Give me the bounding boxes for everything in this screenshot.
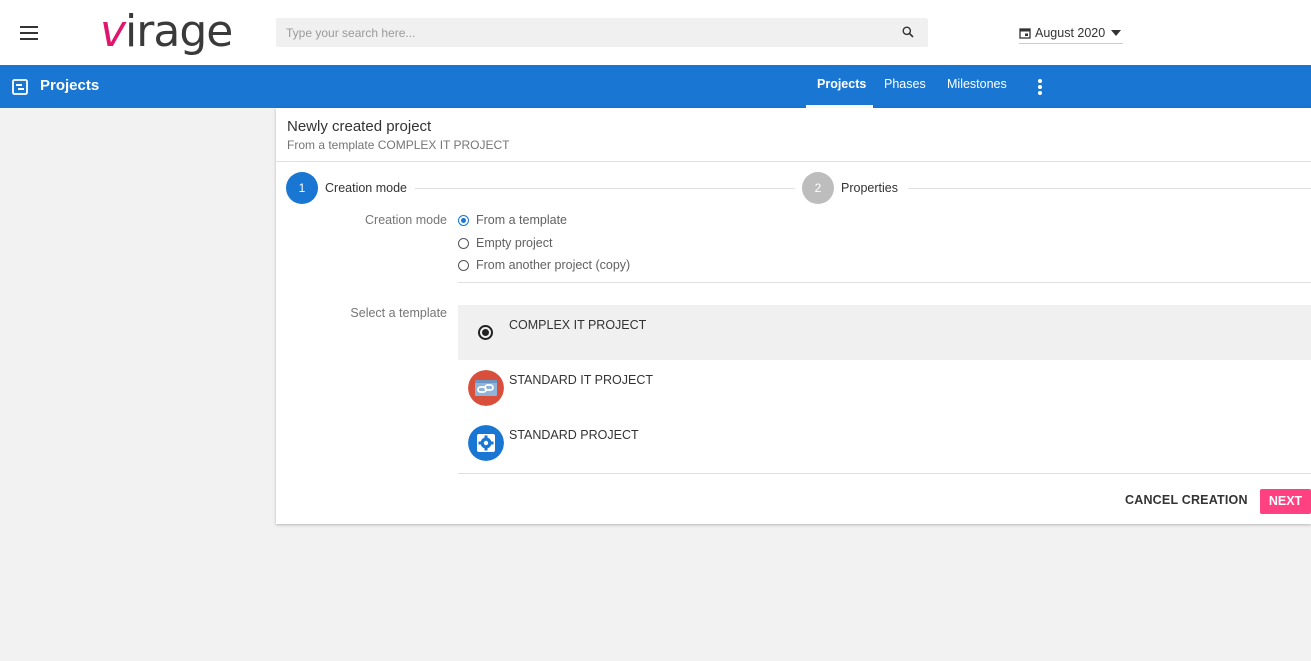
module-navbar: Projects Projects Phases Milestones — [0, 65, 1311, 108]
radio-from-template[interactable]: From a template — [458, 213, 567, 227]
step-1-label[interactable]: Creation mode — [325, 181, 407, 195]
divider — [276, 161, 1311, 162]
select-template-label: Select a template — [350, 306, 447, 320]
next-button[interactable]: NEXT — [1260, 489, 1311, 514]
radio-copy-project[interactable]: From another project (copy) — [458, 258, 630, 272]
search-icon[interactable] — [902, 26, 914, 38]
caret-down-icon — [1111, 29, 1122, 36]
projects-icon — [12, 79, 28, 95]
step-2-circle[interactable]: 2 — [802, 172, 834, 204]
template-name: STANDARD IT PROJECT — [509, 373, 653, 387]
radio-label: From a template — [476, 213, 568, 227]
stepper-connector — [908, 188, 1311, 189]
divider — [458, 282, 1311, 283]
template-item-complex-it[interactable]: COMPLEX IT PROJECT — [458, 305, 1311, 360]
search-input[interactable] — [276, 18, 896, 47]
tab-projects[interactable]: Projects — [817, 77, 866, 91]
radio-empty-project[interactable]: Empty project — [458, 236, 552, 250]
calendar-icon — [1019, 27, 1031, 39]
cancel-creation-button[interactable]: CANCEL CREATION — [1125, 493, 1248, 507]
radio-selected-icon[interactable] — [478, 325, 493, 340]
logo-text: irage — [125, 6, 233, 57]
period-label: August 2020 — [1035, 25, 1106, 40]
radio-checked-icon[interactable] — [458, 214, 469, 226]
period-selector[interactable]: August 2020 — [1019, 22, 1123, 44]
card-title: Newly created project — [287, 118, 432, 135]
radio-unchecked-icon[interactable] — [458, 259, 469, 271]
radio-unchecked-icon[interactable] — [458, 237, 469, 249]
search-bar — [276, 18, 928, 47]
module-title: Projects — [40, 77, 100, 94]
more-vert-icon[interactable] — [1036, 79, 1044, 97]
link-icon — [468, 370, 504, 406]
app-logo[interactable]: virage — [100, 6, 233, 58]
gear-icon — [468, 425, 504, 461]
project-creation-card: Newly created project From a template CO… — [276, 108, 1311, 524]
template-name: COMPLEX IT PROJECT — [509, 318, 647, 332]
menu-icon[interactable] — [20, 26, 38, 40]
top-header: virage August 2020 — [0, 0, 1311, 65]
tab-milestones[interactable]: Milestones — [947, 77, 1007, 91]
step-2-label[interactable]: Properties — [841, 181, 898, 195]
tab-phases[interactable]: Phases — [884, 77, 926, 91]
template-item-standard-it[interactable]: STANDARD IT PROJECT — [458, 360, 1311, 415]
template-name: STANDARD PROJECT — [509, 428, 639, 442]
card-subtitle: From a template COMPLEX IT PROJECT — [287, 138, 510, 152]
template-item-standard[interactable]: STANDARD PROJECT — [458, 415, 1311, 470]
radio-label: From another project (copy) — [476, 258, 631, 272]
radio-label: Empty project — [476, 236, 553, 250]
logo-accent: v — [100, 6, 126, 57]
step-1-circle[interactable]: 1 — [286, 172, 318, 204]
divider — [458, 473, 1311, 474]
stepper-connector — [415, 188, 795, 189]
creation-mode-label: Creation mode — [365, 213, 447, 227]
